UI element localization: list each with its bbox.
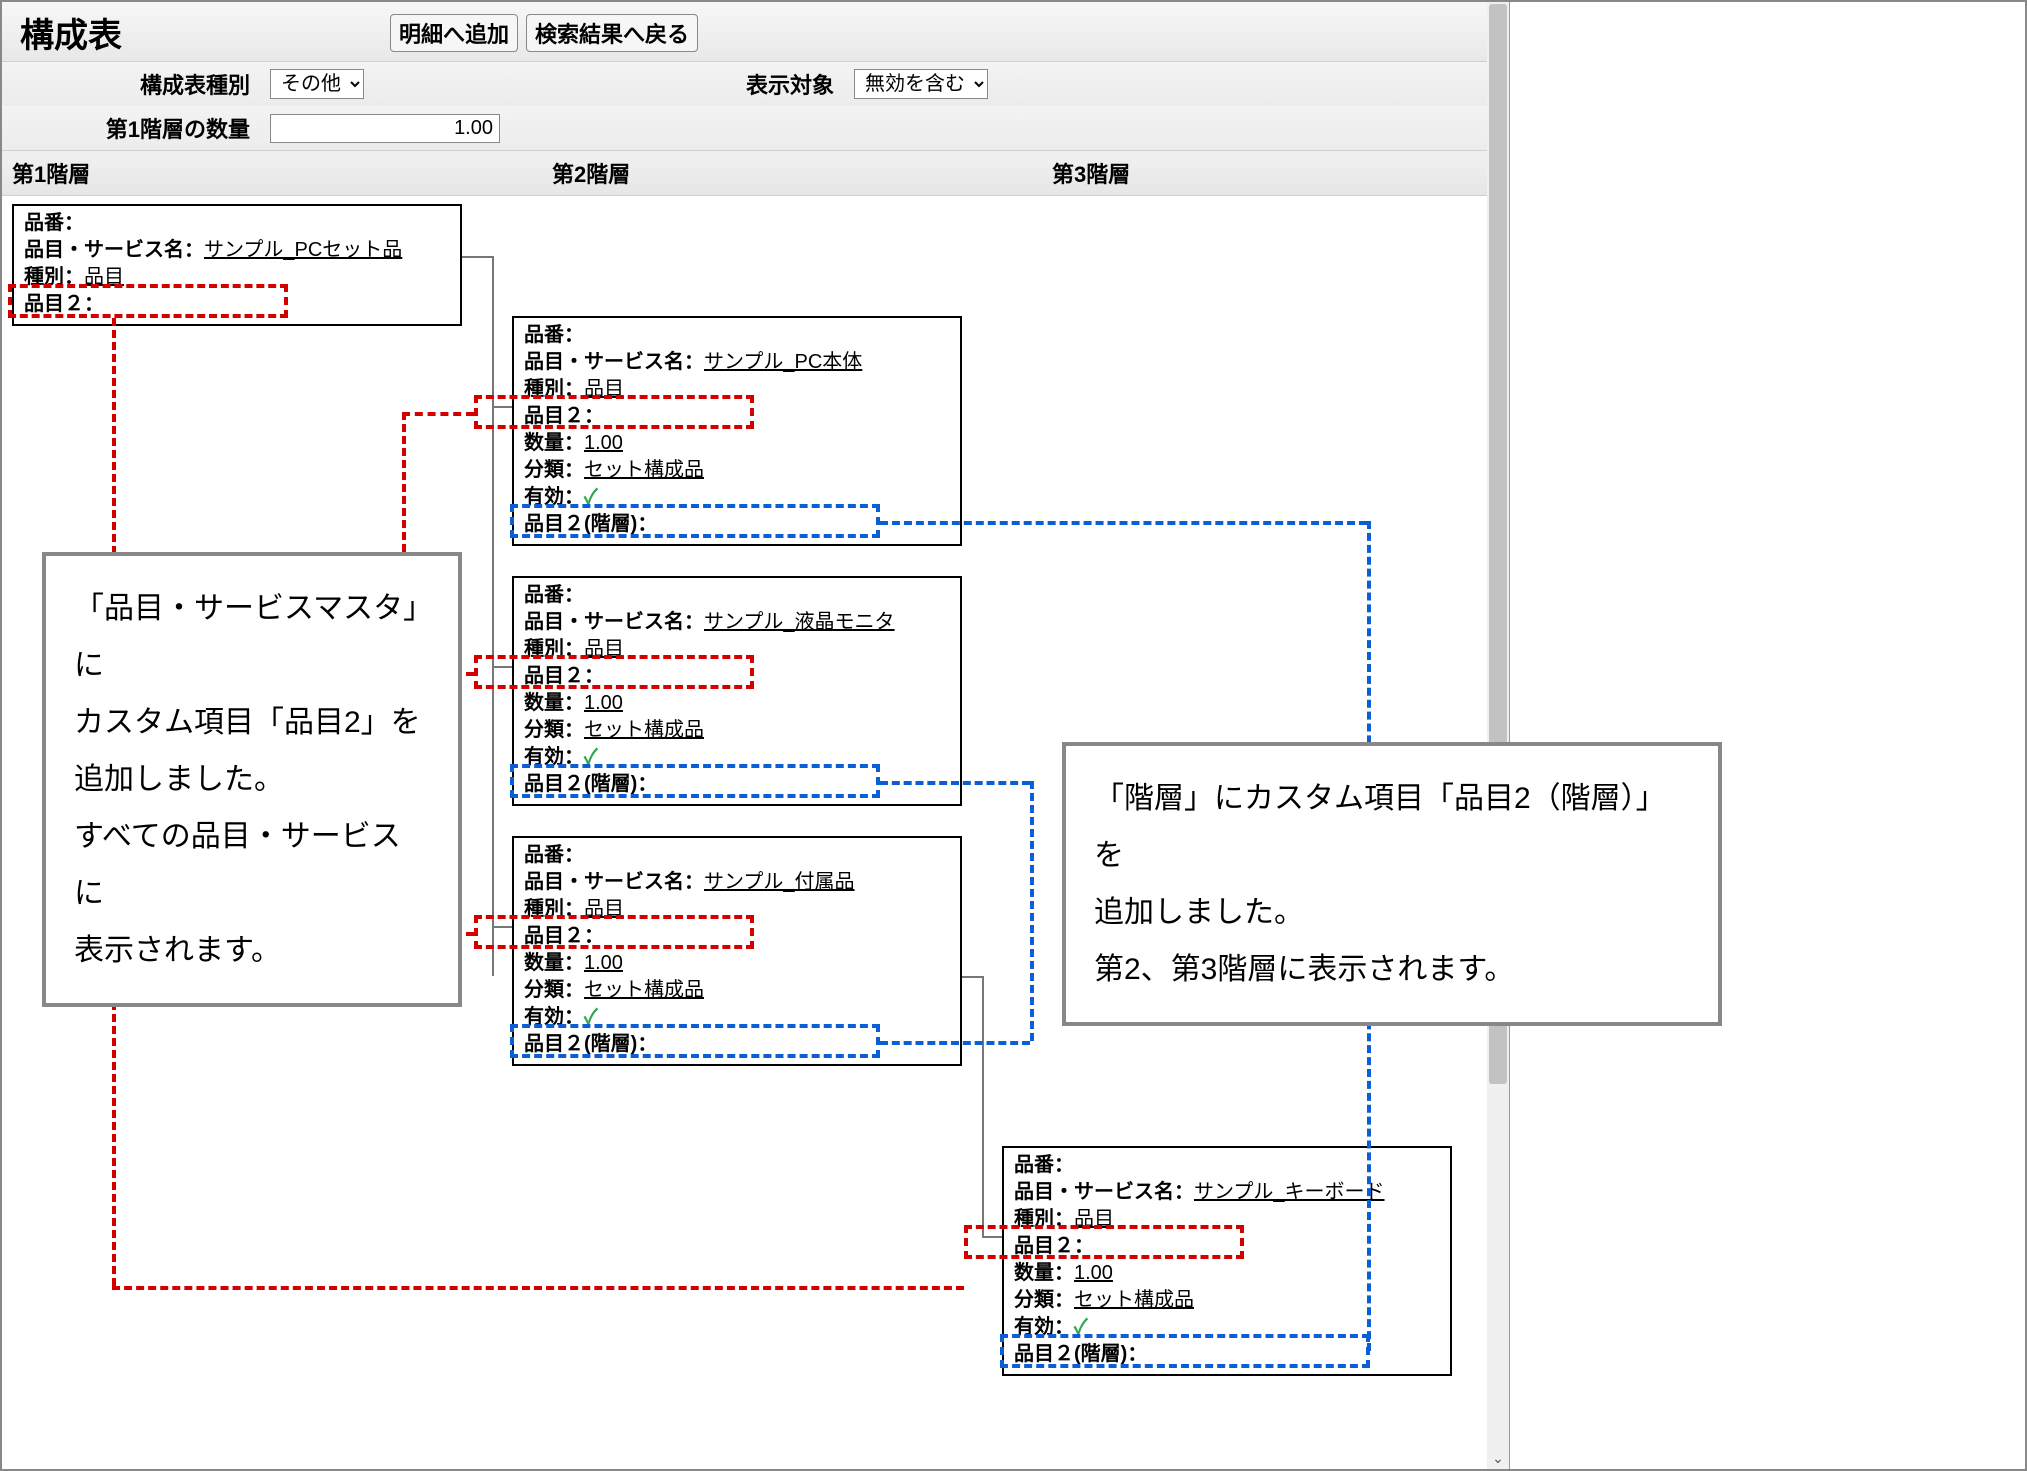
node-level2-b[interactable]: 品番： 品目・サービス名：サンプル_液晶モニタ 種別：品目 品目２： 数量：1.… — [512, 576, 962, 806]
form-row-type: 構成表種別 その他 表示対象 無効を含む — [2, 62, 1509, 106]
scrollbar[interactable]: ⌄ — [1487, 2, 1509, 1469]
scroll-down-icon[interactable]: ⌄ — [1487, 1447, 1509, 1469]
type-label: 構成表種別 — [20, 68, 270, 100]
type-select[interactable]: その他 — [270, 69, 364, 99]
qty-label: 第1階層の数量 — [20, 112, 270, 144]
qty-input[interactable] — [270, 114, 500, 143]
node-level1[interactable]: 品番： 品目・サービス名：サンプル_PCセット品 種別：品目 品目２： — [12, 204, 462, 326]
node-level2-c[interactable]: 品番： 品目・サービス名：サンプル_付属品 種別：品目 品目２： 数量：1.00… — [512, 836, 962, 1066]
callout-right-text: 「階層」にカスタム項目「品目2（階層）」を 追加しました。 第2、第3階層に表示… — [1094, 782, 1666, 986]
back-to-results-button[interactable]: 検索結果へ戻る — [526, 14, 698, 52]
col1-header: 第1階層 — [2, 151, 542, 195]
add-detail-button[interactable]: 明細へ追加 — [390, 14, 518, 52]
form-row-qty: 第1階層の数量 — [2, 106, 1509, 150]
callout-right: 「階層」にカスタム項目「品目2（階層）」を 追加しました。 第2、第3階層に表示… — [1062, 742, 1722, 1026]
callout-left-text: 「品目・サービスマスタ」に カスタム項目「品目2」を 追加しました。 すべての品… — [74, 592, 421, 967]
page-title: 構成表 — [20, 8, 122, 57]
node-level2-a[interactable]: 品番： 品目・サービス名：サンプル_PC本体 種別：品目 品目２： 数量：1.0… — [512, 316, 962, 546]
target-select[interactable]: 無効を含む — [854, 69, 988, 99]
callout-left: 「品目・サービスマスタ」に カスタム項目「品目2」を 追加しました。 すべての品… — [42, 552, 462, 1007]
col2-header: 第2階層 — [542, 151, 1042, 195]
col3-header: 第3階層 — [1042, 151, 1509, 195]
node-level3[interactable]: 品番： 品目・サービス名：サンプル_キーボード 種別：品目 品目２： 数量：1.… — [1002, 1146, 1452, 1376]
target-label: 表示対象 — [694, 68, 854, 100]
column-headers: 第1階層 第2階層 第3階層 — [2, 150, 1509, 196]
titlebar: 構成表 明細へ追加 検索結果へ戻る — [2, 2, 1509, 62]
